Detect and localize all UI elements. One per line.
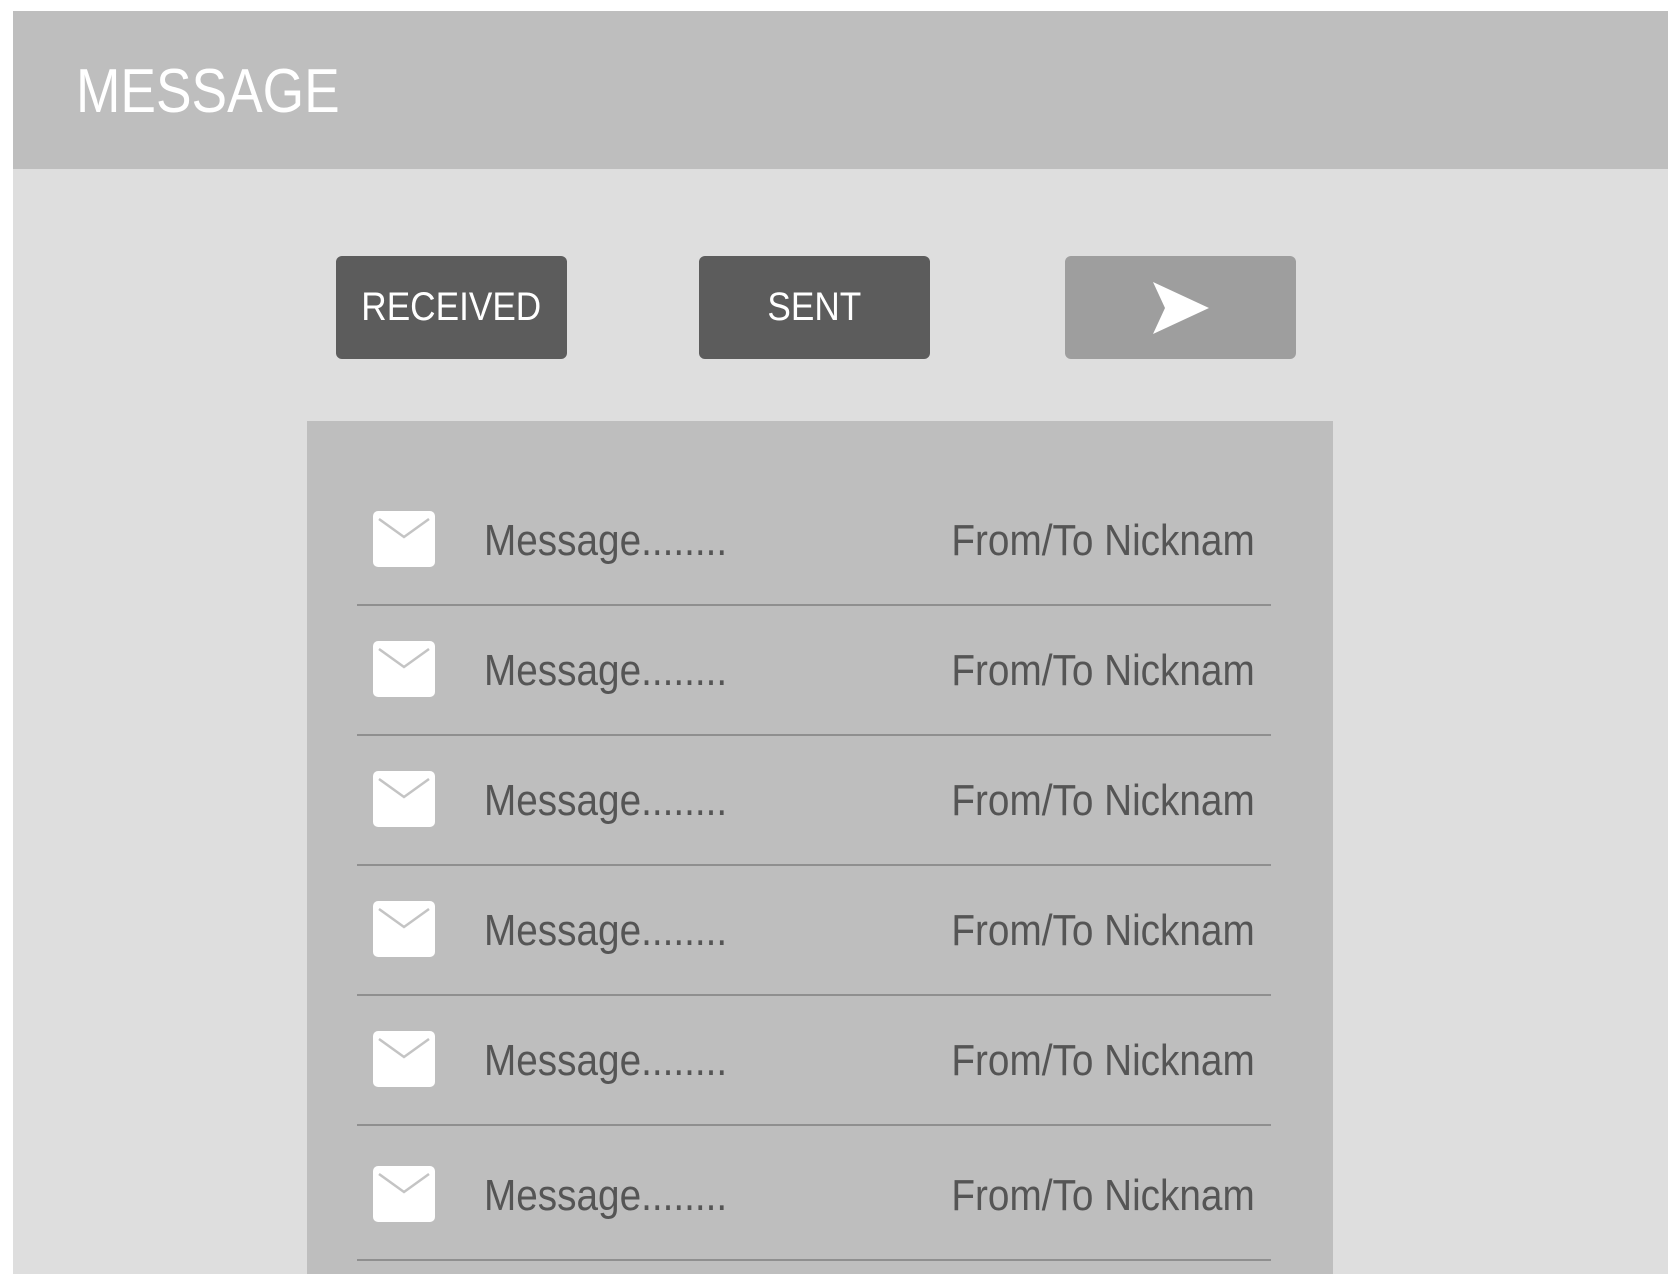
contact-nickname: From/To Nicknam bbox=[951, 1036, 1255, 1085]
message-preview: Message........ bbox=[484, 516, 728, 565]
sent-tab-button[interactable]: SENT bbox=[699, 256, 930, 359]
list-item[interactable]: Message........ From/To Nicknam bbox=[357, 606, 1271, 736]
received-tab-button[interactable]: RECEIVED bbox=[336, 256, 567, 359]
message-preview: Message........ bbox=[484, 906, 728, 955]
contact-nickname: From/To Nicknam bbox=[951, 1171, 1255, 1220]
contact-nickname: From/To Nicknam bbox=[951, 516, 1255, 565]
message-list: Message........ From/To Nicknam Message.… bbox=[307, 421, 1333, 1274]
envelope-icon bbox=[373, 1166, 435, 1222]
list-item[interactable]: Message........ From/To Nicknam bbox=[357, 866, 1271, 996]
message-preview: Message........ bbox=[484, 646, 728, 695]
list-item[interactable]: Message........ From/To Nicknam bbox=[357, 1131, 1271, 1261]
message-screen: MESSAGE RECEIVED SENT Message........ Fr… bbox=[0, 0, 1668, 1274]
app-header: MESSAGE bbox=[13, 11, 1668, 169]
compose-send-button[interactable] bbox=[1065, 256, 1296, 359]
message-preview: Message........ bbox=[484, 1036, 728, 1085]
list-item[interactable]: Message........ From/To Nicknam bbox=[357, 736, 1271, 866]
envelope-icon bbox=[373, 901, 435, 957]
received-tab-label: RECEIVED bbox=[361, 285, 542, 329]
list-item[interactable]: Message........ From/To Nicknam bbox=[357, 996, 1271, 1126]
message-preview: Message........ bbox=[484, 776, 728, 825]
contact-nickname: From/To Nicknam bbox=[951, 776, 1255, 825]
envelope-icon bbox=[373, 511, 435, 567]
list-item[interactable]: Message........ From/To Nicknam bbox=[357, 476, 1271, 606]
envelope-icon bbox=[373, 1031, 435, 1087]
envelope-icon bbox=[373, 641, 435, 697]
sent-tab-label: SENT bbox=[767, 285, 862, 329]
contact-nickname: From/To Nicknam bbox=[951, 906, 1255, 955]
page-title: MESSAGE bbox=[76, 57, 340, 126]
contact-nickname: From/To Nicknam bbox=[951, 646, 1255, 695]
row-divider bbox=[357, 1259, 1271, 1261]
row-divider bbox=[357, 1124, 1271, 1126]
message-preview: Message........ bbox=[484, 1171, 728, 1220]
send-arrow-icon bbox=[1152, 281, 1209, 334]
envelope-icon bbox=[373, 771, 435, 827]
